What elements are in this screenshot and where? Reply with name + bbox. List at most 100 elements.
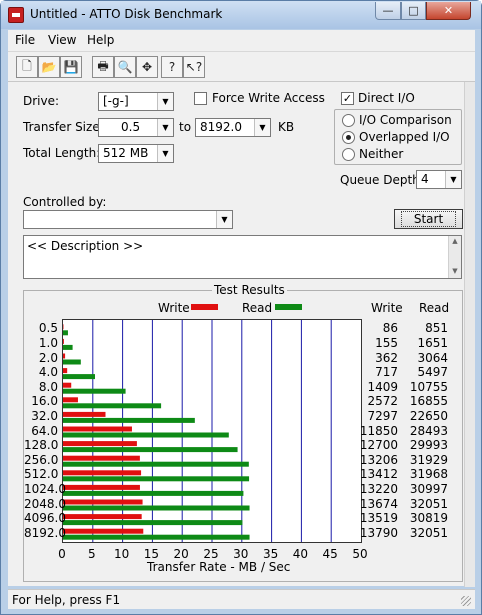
write-column-header: Write <box>371 301 403 315</box>
close-button[interactable]: ✕ <box>426 2 471 20</box>
x-tick-label: 30 <box>233 547 249 561</box>
category-label: 0.5 <box>38 321 58 336</box>
chevron-down-icon[interactable]: ▼ <box>157 145 173 162</box>
total-length-select[interactable]: 512 MB ▼ <box>98 144 174 163</box>
write-bar <box>63 411 106 417</box>
toolbar: 🗋 📂 💾 🖶 🔍 ✥ ? ↖? <box>8 51 475 81</box>
io-comparison-radio[interactable] <box>342 114 355 127</box>
context-help-icon[interactable]: ↖? <box>183 56 205 78</box>
chevron-down-icon[interactable]: ▼ <box>157 119 173 136</box>
write-value: 1409 <box>367 379 398 394</box>
help-icon[interactable]: ? <box>161 56 183 78</box>
transfer-from-select[interactable]: 0.5 ▼ <box>98 118 174 137</box>
read-bar <box>63 490 244 496</box>
read-bar <box>63 417 195 423</box>
neither-radio[interactable] <box>342 148 355 161</box>
x-tick-label: 25 <box>203 547 219 561</box>
read-value: 22650 <box>409 408 448 423</box>
maximize-button[interactable]: □ <box>401 2 426 20</box>
chevron-down-icon[interactable]: ▼ <box>157 93 173 110</box>
title-bar[interactable]: Untitled - ATTO Disk Benchmark — □ ✕ <box>1 1 481 29</box>
direct-io-checkbox[interactable]: ✓ <box>341 92 354 105</box>
category-label: 4.0 <box>38 365 58 380</box>
scroll-down-icon[interactable]: ▼ <box>449 267 461 275</box>
read-bar <box>63 388 126 394</box>
write-bar <box>63 528 144 534</box>
scroll-up-icon[interactable]: ▲ <box>449 237 461 245</box>
controlled-by-select[interactable]: ▼ <box>23 210 233 229</box>
category-label: 16.0 <box>31 394 58 409</box>
controlled-by-label: Controlled by: <box>23 195 107 209</box>
start-label: Start <box>400 211 457 227</box>
minimize-button[interactable]: — <box>375 2 401 20</box>
category-label: 4096.0 <box>24 511 66 526</box>
status-text: For Help, press F1 <box>12 593 121 607</box>
app-icon[interactable] <box>8 7 24 23</box>
write-value: 86 <box>382 321 398 336</box>
queue-depth-select[interactable]: 4 ▼ <box>416 170 462 189</box>
chevron-down-icon[interactable]: ▼ <box>445 171 461 188</box>
print-preview-icon[interactable]: 🔍 <box>114 56 136 78</box>
write-value: 13220 <box>359 481 398 496</box>
description-scrollbar[interactable]: ▲ ▼ <box>448 236 461 278</box>
read-bar <box>63 432 229 438</box>
read-bar <box>63 447 238 453</box>
menu-view[interactable]: View <box>48 33 76 47</box>
legend-read-label: Read <box>242 301 273 315</box>
description-text: << Description >> <box>27 239 144 253</box>
write-value: 13412 <box>359 467 398 482</box>
transfer-size-label: Transfer Size: <box>23 120 104 134</box>
chevron-down-icon[interactable]: ▼ <box>216 211 232 228</box>
write-bar <box>63 455 140 461</box>
open-folder-icon[interactable]: 📂 <box>38 56 60 78</box>
read-value: 16855 <box>409 394 448 409</box>
write-bar <box>63 499 143 505</box>
drive-value: [-g-] <box>103 94 129 108</box>
category-label: 1024.0 <box>24 481 66 496</box>
write-value: 12700 <box>359 438 398 453</box>
start-button[interactable]: Start <box>394 209 463 229</box>
force-write-label: Force Write Access <box>212 91 325 105</box>
move-icon[interactable]: ✥ <box>136 56 158 78</box>
x-tick-label: 15 <box>143 547 160 561</box>
menu-file[interactable]: File <box>15 33 35 47</box>
force-write-checkbox[interactable] <box>194 92 207 105</box>
overlapped-io-radio[interactable] <box>342 131 355 144</box>
print-icon[interactable]: 🖶 <box>92 56 114 78</box>
category-label: 2.0 <box>38 350 58 365</box>
chevron-down-icon[interactable]: ▼ <box>254 119 270 136</box>
menu-help[interactable]: Help <box>87 33 114 47</box>
save-icon[interactable]: 💾 <box>60 56 82 78</box>
queue-depth-value: 4 <box>421 172 429 186</box>
read-value: 31929 <box>409 452 448 467</box>
read-bar <box>63 344 73 350</box>
app-window: Untitled - ATTO Disk Benchmark — □ ✕ Fil… <box>0 0 482 615</box>
category-label: 32.0 <box>31 408 58 423</box>
write-value: 362 <box>375 350 398 365</box>
resize-grip-icon[interactable] <box>461 596 471 606</box>
window-title: Untitled - ATTO Disk Benchmark <box>30 7 223 21</box>
transfer-to-select[interactable]: 8192.0 ▼ <box>195 118 271 137</box>
read-value: 30819 <box>409 511 448 526</box>
read-value: 32051 <box>409 496 448 511</box>
drive-select[interactable]: [-g-] ▼ <box>98 92 174 111</box>
category-label: 8.0 <box>38 379 58 394</box>
write-bar <box>63 514 142 520</box>
write-value: 13674 <box>359 496 398 511</box>
write-value: 11850 <box>359 423 398 438</box>
status-bar: For Help, press F1 <box>8 589 475 609</box>
x-axis-label: Transfer Rate - MB / Sec <box>147 560 291 574</box>
category-label: 64.0 <box>31 423 58 438</box>
new-doc-icon[interactable]: 🗋 <box>16 56 38 78</box>
read-value: 29993 <box>409 438 448 453</box>
x-tick-label: 35 <box>262 547 279 561</box>
write-value: 13206 <box>359 452 398 467</box>
description-field[interactable]: << Description >> ▲ ▼ <box>23 235 462 279</box>
kb-label: KB <box>278 120 295 134</box>
x-tick-label: 40 <box>292 547 309 561</box>
write-value: 13519 <box>359 511 398 526</box>
read-value: 32051 <box>409 525 448 540</box>
read-bar <box>63 359 81 365</box>
main-scrollbar[interactable] <box>464 82 475 587</box>
x-tick-label: 10 <box>113 547 130 561</box>
